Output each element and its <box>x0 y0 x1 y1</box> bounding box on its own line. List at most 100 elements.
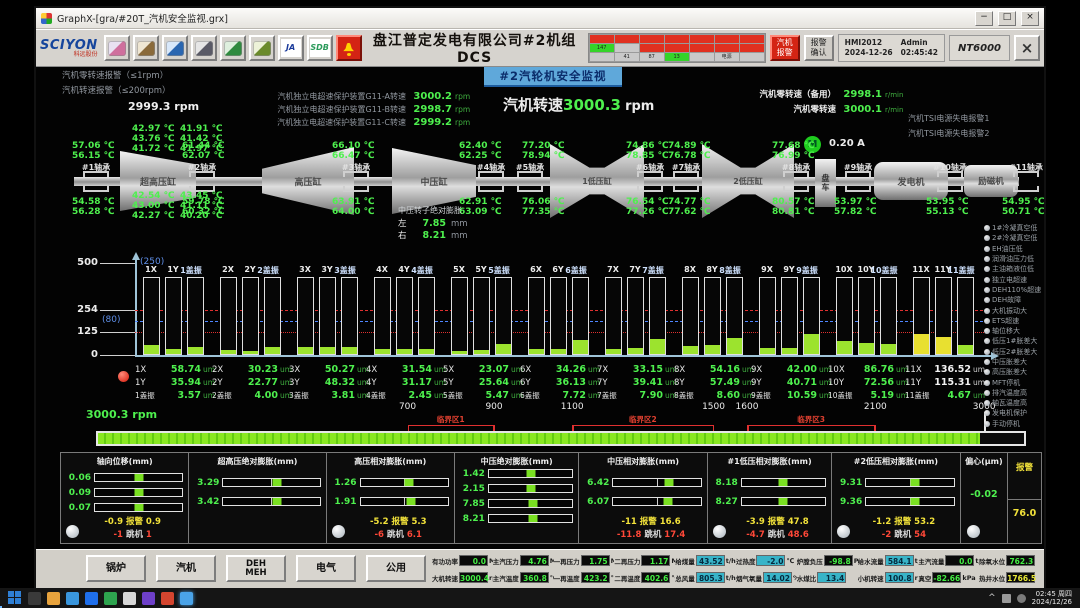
panel-trip-limits: -4.7 跳机 48.6 <box>726 528 829 540</box>
alarm-list-item: 发电机保护 <box>984 408 1042 418</box>
toolbar-button-sdb-logo-icon[interactable]: SDB <box>307 35 333 61</box>
hmi-date: 2024-12-26 <box>845 48 893 59</box>
kpi-label: 一再压力 <box>554 556 580 566</box>
file-explorer-icon[interactable] <box>47 592 60 605</box>
book-icon <box>253 41 271 56</box>
vib-reading-label: 10Y <box>828 378 846 388</box>
alarm-list-item: 大机振动大 <box>984 305 1042 315</box>
kpi-label: 主汽温度 <box>493 573 519 583</box>
kpi-cell: 二再压力1.17MPa <box>614 555 675 566</box>
turbine-alarm-button[interactable]: 汽机 报警 <box>770 35 800 61</box>
app-icon-purple[interactable] <box>142 592 155 605</box>
kpi-cell: 大机转速3000.4rpm <box>432 572 493 583</box>
tray-chevron-icon[interactable]: ^ <box>988 593 996 603</box>
vib-bar-fill <box>551 349 566 354</box>
plant-title: 盘江普定发电有限公司#2机组DCS <box>366 30 584 66</box>
users-icon <box>108 41 126 56</box>
vib-bar <box>682 277 699 355</box>
toolbar-button-ja-logo-icon[interactable]: JA <box>278 35 304 61</box>
vib-reading-cell: 9Y40.71um <box>751 377 831 388</box>
ramp-tick-label: 1600 <box>732 402 762 412</box>
nav-button-4[interactable]: 电气 <box>296 555 356 582</box>
app-icon-green[interactable] <box>104 592 117 605</box>
kpi-label: 二再温度 <box>614 573 640 583</box>
bearing-bracket-top <box>845 171 871 177</box>
bearing-bracket-top <box>637 171 663 177</box>
panel-row-value: 6.42 <box>581 478 609 488</box>
vib-bar <box>836 277 853 355</box>
restore-button[interactable]: □ <box>998 11 1016 26</box>
start-button-tile <box>15 598 21 604</box>
turning-gear-current: 0.20 A <box>829 138 865 149</box>
toolbar-button-printer-icon[interactable] <box>191 35 217 61</box>
bearing-temp-bottom: 76.06 ℃ <box>522 197 578 207</box>
nav-button-3[interactable]: DEHMEH <box>226 555 286 582</box>
panel-alarm-limits: -5.2 报警 5.3 <box>345 515 452 527</box>
panel-gauge-marker <box>665 479 674 486</box>
panel-row-gauge <box>94 488 183 497</box>
vib-bar-fill <box>474 350 489 354</box>
alarm-lamp-icon <box>984 380 990 386</box>
alarm-grid-cell-0-5 <box>715 35 739 43</box>
toolbar-button-monitor-icon[interactable] <box>220 35 246 61</box>
hmi-user: Admin <box>901 38 938 49</box>
kpi-value: 762.3 <box>1006 555 1035 566</box>
nav-button-1[interactable]: 锅炉 <box>86 555 146 582</box>
bearing-bracket-top <box>343 171 369 177</box>
panel-title: #1低压相对膨胀(mm) <box>708 456 831 467</box>
uhp-temp: 42.97 ℃ <box>132 124 175 134</box>
active-app-icon[interactable] <box>180 592 193 605</box>
vib-reading-value: 30.23 <box>230 364 278 375</box>
alarm-list-label: 高压胀差大 <box>992 367 1027 377</box>
toolbar-button-tools-icon[interactable] <box>133 35 159 61</box>
panel-gauge-marker <box>407 498 416 505</box>
bearing-bracket-bottom <box>517 186 543 192</box>
app-icon-blue[interactable] <box>85 592 98 605</box>
app-icon-red[interactable] <box>161 592 174 605</box>
toolbar-close-button[interactable]: × <box>1014 35 1040 61</box>
taskbar-clock[interactable]: 02:45 周四2024/12/26 <box>1032 590 1072 606</box>
toolbar-button-users-icon[interactable] <box>104 35 130 61</box>
vib-bar <box>605 277 622 355</box>
bearing-temp-top: 74.89 ℃ <box>668 141 724 151</box>
panel-title: 偏心(μm) <box>961 456 1008 467</box>
panel-title: 超高压绝对膨胀(mm) <box>189 456 325 467</box>
tray-volume-icon[interactable] <box>1017 594 1026 603</box>
kpi-cell: 过热度-2.0℃ <box>736 555 797 566</box>
panel-status-lamp <box>332 525 345 538</box>
vib-bar-fill <box>936 337 951 354</box>
bearing-temp-bottom: 77.62 ℃ <box>668 207 724 217</box>
app-icon-white[interactable] <box>123 592 136 605</box>
browser-icon[interactable] <box>66 592 79 605</box>
search-icon[interactable] <box>28 592 41 605</box>
bearing-temp-bottom: 62.91 ℃ <box>459 197 515 207</box>
tray-network-icon[interactable] <box>1002 594 1011 603</box>
uhp-temp: 41.91 ℃ <box>180 124 223 134</box>
ramp-zone-bracket <box>408 425 494 430</box>
nav-button-2[interactable]: 汽机 <box>156 555 216 582</box>
bearing-bracket-bottom <box>1013 186 1039 192</box>
alarm-status-grid[interactable]: 147418713电源 <box>588 33 766 63</box>
nav-button-5[interactable]: 公用 <box>366 555 426 582</box>
bearing-temp-bottom: 63.91 ℃ <box>332 197 388 207</box>
vib-bar-fill <box>496 344 511 354</box>
vib-reading-value: 35.94 <box>153 377 201 388</box>
vib-bar <box>528 277 545 355</box>
toolbar-button-clock-icon[interactable] <box>162 35 188 61</box>
vib-bar <box>572 277 589 355</box>
close-button[interactable]: × <box>1021 11 1039 26</box>
minimize-button[interactable]: − <box>975 11 993 26</box>
vib-bar <box>319 277 336 355</box>
start-button[interactable] <box>8 591 22 605</box>
vib-reading-label: 6Y <box>520 378 538 388</box>
vibration-bar-chart: 5002541250(250)(80)1X1Y1盖振2X2Y2盖振3X3Y3盖振… <box>36 252 1044 362</box>
toolbar-button-alarm-bell-icon[interactable] <box>336 35 362 61</box>
alarm-ack-button[interactable]: 报警 确认 <box>804 35 834 61</box>
panel-gauge-marker <box>134 504 143 511</box>
ramp-tick-label: 1100 <box>557 402 587 412</box>
toolbar-button-book-icon[interactable] <box>249 35 275 61</box>
vib-reading-value: 25.64 <box>461 377 509 388</box>
vib-reading-value: 42.00 <box>769 364 817 375</box>
bearing-bracket-top <box>189 171 215 177</box>
alarm-list-label: 中压胀差大 <box>992 357 1027 367</box>
